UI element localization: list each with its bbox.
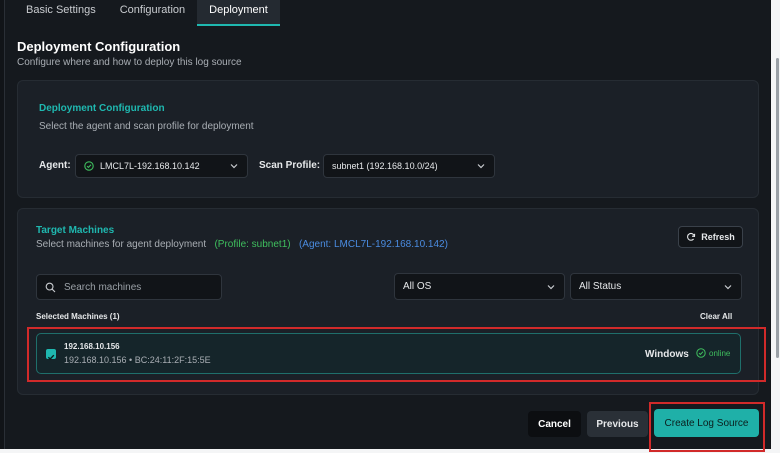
card-title: Deployment Configuration bbox=[39, 103, 165, 114]
deployment-config-card: Deployment Configuration Select the agen… bbox=[17, 80, 759, 198]
agent-tag: (Agent: LMCL7L-192.168.10.142) bbox=[298, 239, 448, 250]
scan-profile-select[interactable]: subnet1 (192.168.10.0/24) bbox=[323, 154, 495, 178]
chevron-down-icon bbox=[547, 285, 555, 290]
profile-tag: (Profile: subnet1) bbox=[214, 239, 291, 250]
target-subtitle: Select machines for agent deployment (Pr… bbox=[36, 239, 448, 250]
chevron-down-icon bbox=[724, 285, 732, 290]
clear-all-button[interactable]: Clear All bbox=[700, 312, 732, 321]
search-box[interactable] bbox=[36, 274, 222, 300]
highlight-box-machine bbox=[27, 327, 766, 382]
status-filter-value: All Status bbox=[579, 281, 622, 292]
agent-select[interactable]: LMCL7L-192.168.10.142 bbox=[75, 154, 248, 178]
refresh-icon bbox=[687, 232, 696, 241]
create-log-source-button[interactable]: Create Log Source bbox=[654, 409, 759, 437]
check-circle-icon bbox=[84, 161, 94, 171]
scan-profile-select-value: subnet1 (192.168.10.0/24) bbox=[332, 161, 438, 171]
target-subtitle-text: Select machines for agent deployment bbox=[36, 239, 207, 250]
search-input[interactable] bbox=[64, 281, 214, 293]
tab-deployment[interactable]: Deployment bbox=[197, 0, 280, 26]
agent-label: Agent: bbox=[39, 160, 71, 171]
scrollbar[interactable] bbox=[776, 58, 779, 358]
page-title: Deployment Configuration bbox=[17, 39, 181, 54]
refresh-button[interactable]: Refresh bbox=[678, 226, 743, 248]
os-filter-value: All OS bbox=[403, 281, 432, 292]
os-filter-select[interactable]: All OS bbox=[394, 273, 565, 300]
search-icon bbox=[45, 282, 56, 292]
previous-button[interactable]: Previous bbox=[587, 411, 648, 437]
refresh-label: Refresh bbox=[701, 232, 735, 242]
scan-profile-label: Scan Profile: bbox=[259, 160, 321, 171]
agent-select-value: LMCL7L-192.168.10.142 bbox=[100, 161, 200, 171]
tab-configuration[interactable]: Configuration bbox=[108, 0, 197, 26]
card-title: Target Machines bbox=[36, 225, 115, 236]
selected-machines-count: Selected Machines (1) bbox=[36, 312, 120, 321]
cancel-button[interactable]: Cancel bbox=[528, 411, 581, 437]
page-subtitle: Configure where and how to deploy this l… bbox=[17, 57, 242, 68]
tab-basic-settings[interactable]: Basic Settings bbox=[14, 0, 108, 26]
tab-bar: Basic Settings Configuration Deployment bbox=[14, 0, 280, 26]
chevron-down-icon bbox=[477, 164, 485, 169]
card-subtitle: Select the agent and scan profile for de… bbox=[39, 121, 254, 132]
status-filter-select[interactable]: All Status bbox=[570, 273, 742, 300]
chevron-down-icon bbox=[230, 164, 238, 169]
